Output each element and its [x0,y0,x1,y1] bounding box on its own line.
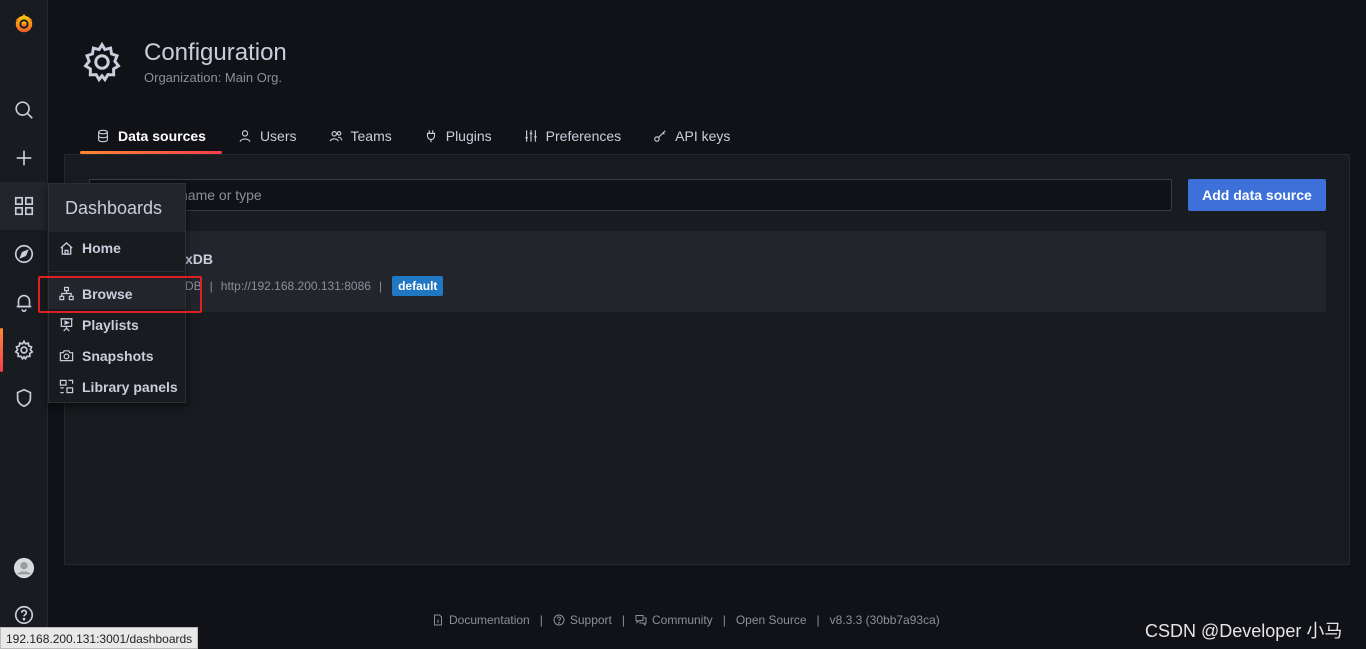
tab-plugins[interactable]: Plugins [408,120,508,152]
page-header: Configuration Organization: Main Org. [80,38,287,85]
dashboards-nav[interactable] [0,182,48,230]
footer: Documentation | Support | Community | Op… [432,613,940,627]
user-icon [239,130,251,142]
search-nav[interactable] [0,86,48,134]
question-circle-icon [14,605,34,625]
users-icon [329,131,342,142]
footer-separator: | [816,613,820,627]
dashboards-dropdown: Dashboards Home Browse Playlists Snapsho… [48,183,186,403]
page-title: Configuration [144,39,287,66]
dropdown-item-playlists[interactable]: Playlists [49,309,185,340]
configuration-nav[interactable] [0,326,48,374]
grafana-logo-icon [15,13,33,33]
add-data-source-button[interactable]: Add data source [1188,179,1326,211]
home-icon [60,241,73,255]
browser-status-bar: 192.168.200.131:3001/dashboards [0,627,199,649]
tab-label: API keys [675,128,731,144]
footer-open-source-label: Open Source [735,613,807,627]
apps-icon [14,196,34,216]
cog-icon [14,339,34,361]
dropdown-item-home[interactable]: Home [49,232,185,264]
document-info-icon [434,614,442,626]
comments-icon [635,615,647,626]
tab-label: Teams [350,128,392,144]
footer-separator: | [621,613,625,627]
key-icon [654,130,666,142]
avatar [13,557,35,579]
dropdown-title[interactable]: Dashboards [49,184,185,232]
bell-icon [16,294,32,312]
dropdown-item-browse[interactable]: Browse [49,278,185,309]
footer-support-label: Support [569,613,612,627]
tab-teams[interactable]: Teams [313,120,408,152]
default-badge: default [392,276,444,296]
footer-separator: | [722,613,726,627]
dropdown-item-label: Home [82,240,121,256]
grafana-logo[interactable] [0,0,48,48]
tab-label: Users [259,128,297,144]
plug-icon [426,130,435,143]
page-subtitle: Organization: Main Org. [144,70,283,85]
footer-version: v8.3.3 (30bb7a93ca) [829,613,940,627]
data-source-card[interactable]: xDB DB | http://192.168.200.131:8086 | d… [89,231,1326,312]
alerting-nav[interactable] [0,278,48,326]
plus-icon [16,150,32,166]
presentation-icon [60,318,73,332]
sitemap-icon [59,286,74,301]
data-source-meta: DB | http://192.168.200.131:8086 | defau… [185,275,444,297]
footer-documentation-label: Documentation [449,613,530,627]
search-input[interactable]: name or type [89,179,1172,211]
tab-label: Plugins [445,128,492,144]
database-icon [98,129,108,143]
tab-data-sources[interactable]: Data sources [80,120,222,154]
compass-icon [14,244,34,264]
config-tabs: Data sources Users Teams Plugins Prefere… [80,120,746,154]
dropdown-item-label: Snapshots [82,347,154,364]
footer-documentation-link[interactable]: Documentation [432,613,530,627]
tab-label: Preferences [545,128,622,144]
data-source-url: http://192.168.200.131:8086 [220,279,371,293]
profile-nav[interactable] [0,544,48,592]
separator: | [378,279,383,293]
shield-icon [16,388,32,408]
server-admin-nav[interactable] [0,374,48,422]
sliders-icon [524,130,537,142]
create-nav[interactable] [0,134,48,182]
footer-open-source-link[interactable]: Open Source [736,613,807,627]
footer-support-link[interactable]: Support [553,613,612,627]
tab-label: Data sources [118,128,206,144]
watermark: CSDN @Developer 小马 [1145,621,1343,641]
search-icon [15,101,33,119]
explore-nav[interactable] [0,230,48,278]
question-circle-icon [553,614,565,626]
footer-community-label: Community [652,613,713,627]
cog-icon [83,41,121,83]
library-panels-icon [59,379,74,394]
dropdown-item-label: Playlists [82,316,139,333]
dropdown-item-label: Browse [82,285,133,302]
footer-separator: | [539,613,543,627]
tab-preferences[interactable]: Preferences [508,120,637,152]
tab-users[interactable]: Users [222,120,313,152]
separator: | [209,279,213,293]
data-source-name: xDB [185,251,214,267]
dropdown-divider [49,271,185,272]
camera-icon [59,350,74,362]
sidebar [0,0,48,649]
content-panel: name or type Add data source xDB DB | ht… [64,154,1350,565]
search-placeholder: name or type [180,187,262,203]
footer-community-link[interactable]: Community [635,613,713,627]
dropdown-item-label: Library panels [82,378,178,395]
dropdown-item-library-panels[interactable]: Library panels [49,371,185,402]
tab-api-keys[interactable]: API keys [637,120,746,152]
dropdown-item-snapshots[interactable]: Snapshots [49,340,185,371]
data-source-type: DB [185,279,202,293]
